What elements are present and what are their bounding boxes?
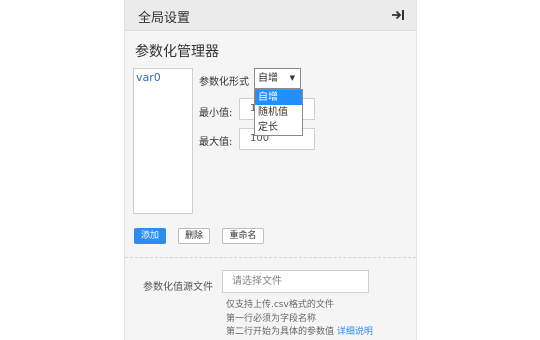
panel-header: 全局设置 — [125, 0, 416, 31]
detail-link[interactable]: 详细说明 — [337, 327, 373, 337]
source-file-input[interactable]: 请选择文件 — [222, 270, 369, 293]
add-button[interactable]: 添加 — [134, 228, 166, 244]
delete-button[interactable]: 删除 — [178, 228, 210, 244]
dropdown-option-random[interactable]: 随机值 — [255, 105, 302, 120]
collapse-right-icon[interactable] — [391, 9, 405, 21]
global-settings-panel: 全局设置 参数化管理器 var0 参数化形式 自增 ▼ 最小值: 1 最大值: … — [124, 0, 417, 340]
param-type-dropdown: 自增 随机值 定长 — [254, 89, 303, 136]
dropdown-option-increment[interactable]: 自增 — [255, 90, 302, 105]
section-divider — [125, 257, 416, 258]
variable-list[interactable]: var0 — [133, 68, 193, 214]
upload-hint-second-row-text: 第二行开始为具体的参数值 — [226, 327, 335, 337]
source-file-label: 参数化值源文件 — [143, 282, 213, 293]
section-title: 参数化管理器 — [135, 44, 219, 60]
panel-title: 全局设置 — [138, 11, 191, 26]
variable-item[interactable]: var0 — [134, 69, 192, 84]
upload-hint-csv: 仅支持上传.csv格式的文件 — [226, 300, 334, 310]
upload-hint-second-row: 第二行开始为具体的参数值 详细说明 — [226, 324, 373, 337]
param-type-selected-value: 自增 — [258, 73, 278, 84]
rename-button[interactable]: 重命名 — [222, 228, 264, 244]
min-value-label: 最小值: — [199, 108, 233, 119]
param-type-label: 参数化形式 — [199, 77, 249, 88]
dropdown-option-fixed-length[interactable]: 定长 — [255, 120, 302, 135]
param-type-select[interactable]: 自增 ▼ — [254, 68, 301, 89]
max-value-label: 最大值: — [199, 137, 233, 148]
dropdown-arrow-icon: ▼ — [289, 74, 295, 82]
upload-hint-first-row: 第一行必须为字段名称 — [226, 314, 317, 324]
